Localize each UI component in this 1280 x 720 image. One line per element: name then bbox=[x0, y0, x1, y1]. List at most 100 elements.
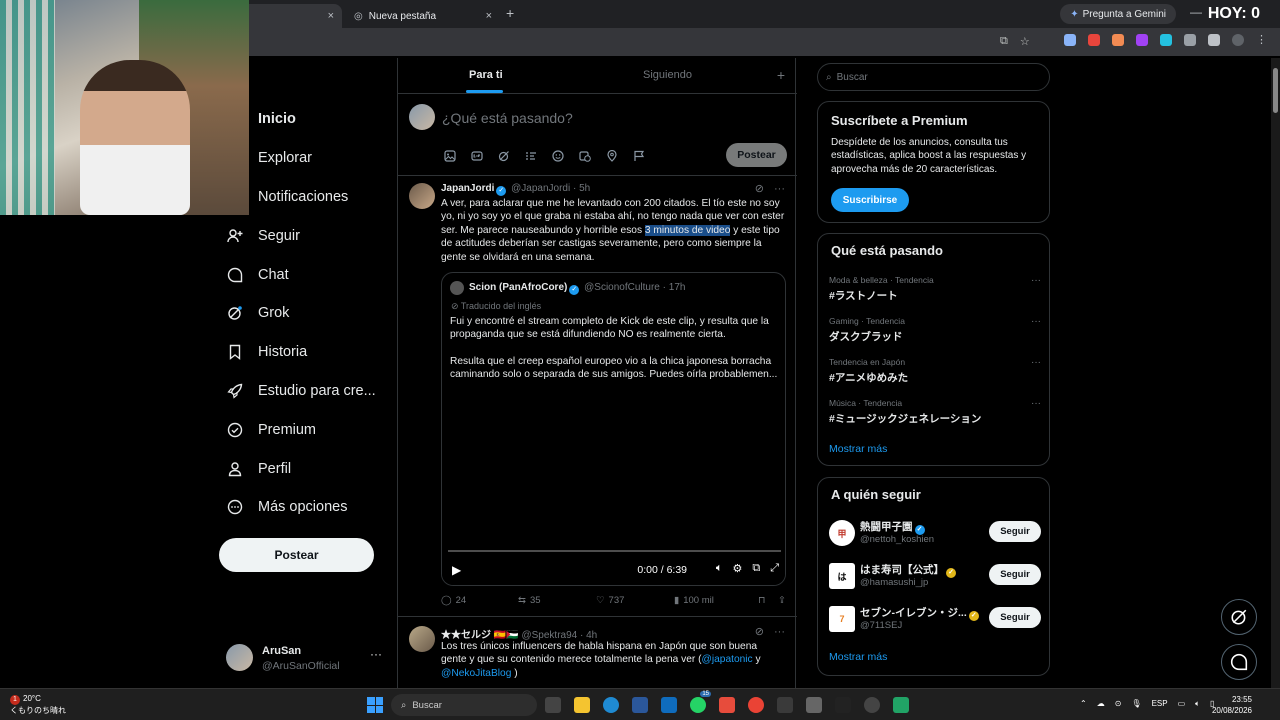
nav-item-estudio[interactable]: Estudio para cre... bbox=[222, 372, 392, 411]
composer-post-button[interactable]: Postear bbox=[726, 143, 787, 167]
flag-icon[interactable] bbox=[631, 148, 646, 163]
speaker-icon[interactable]: 🔈︎ bbox=[1195, 699, 1200, 709]
close-tab-icon[interactable]: × bbox=[486, 10, 492, 22]
tweet[interactable]: ★★セルジ 🇪🇸🇵🇸 @Spektra94 · 4h ⊘ ··· Los tres… bbox=[398, 618, 797, 688]
whatsapp-icon[interactable]: 15 bbox=[690, 691, 711, 713]
nav-item-mas-opciones[interactable]: Más opciones bbox=[222, 488, 392, 527]
scrollbar-thumb[interactable] bbox=[1273, 68, 1278, 113]
volume-icon[interactable]: 🔈︎ bbox=[716, 562, 723, 575]
mention-link[interactable]: @japatonic bbox=[702, 654, 753, 665]
tab-para-ti[interactable]: Para ti bbox=[469, 69, 503, 81]
taskbar-search[interactable]: ⌕ Buscar bbox=[391, 694, 537, 716]
extension-icon[interactable] bbox=[1136, 34, 1148, 46]
settings-icon[interactable]: ⚙︎ bbox=[732, 562, 742, 575]
quoted-tweet[interactable]: Scion (PanAfroCore) ✓ @ScionofCulture · 1… bbox=[441, 272, 786, 586]
puzzle-icon[interactable] bbox=[1208, 34, 1220, 46]
poll-icon[interactable] bbox=[523, 148, 538, 163]
language-indicator[interactable]: ESP bbox=[1152, 699, 1168, 709]
page-scrollbar[interactable] bbox=[1271, 58, 1280, 688]
fullscreen-icon[interactable]: ⤢ bbox=[770, 562, 779, 575]
grok-icon[interactable]: ⊘ bbox=[755, 626, 764, 638]
video-progress-bar[interactable] bbox=[448, 550, 781, 552]
more-dots-icon[interactable]: ··· bbox=[774, 626, 785, 638]
star-icon[interactable]: ☆ bbox=[1020, 35, 1030, 48]
extension-icon[interactable] bbox=[1184, 34, 1196, 46]
extension-icon[interactable] bbox=[1160, 34, 1172, 46]
tweet-menu-button[interactable]: ⊘ ··· bbox=[755, 625, 785, 638]
close-tab-icon[interactable]: × bbox=[328, 10, 334, 22]
browser-tab-new[interactable]: ◎ Nueva pestaña × bbox=[344, 4, 500, 28]
search-input[interactable]: ⌕ Buscar bbox=[817, 63, 1050, 91]
repost-button[interactable]: ⇆ 35 bbox=[518, 595, 596, 606]
app-icon[interactable] bbox=[893, 697, 909, 713]
avatar[interactable] bbox=[409, 183, 435, 209]
play-icon[interactable]: ▶ bbox=[452, 563, 461, 577]
new-tab-button[interactable]: + bbox=[506, 5, 514, 21]
follow-suggestion[interactable]: 7 セブン-イレブン・ジ... ✓ @711SEJ Seguir bbox=[829, 604, 1041, 634]
chrome-icon[interactable] bbox=[748, 697, 764, 713]
photos-icon[interactable] bbox=[719, 697, 735, 713]
nav-item-seguir[interactable]: Seguir bbox=[222, 216, 392, 255]
profile-icon[interactable] bbox=[1232, 34, 1244, 46]
network-icon[interactable]: ⊙ bbox=[1115, 699, 1122, 709]
share-icon[interactable]: ⇪ bbox=[778, 595, 786, 606]
tweet-time[interactable]: · 5h bbox=[573, 183, 590, 194]
follow-suggestion[interactable]: は はま寿司【公式】 ✓ @hamasushi_jp Seguir bbox=[829, 561, 1041, 591]
nav-item-chat[interactable]: Chat bbox=[222, 255, 392, 294]
subscribe-button[interactable]: Suscribirse bbox=[831, 188, 909, 212]
minimize-button[interactable]: — bbox=[1190, 5, 1202, 19]
nav-item-grok[interactable]: Grok bbox=[222, 294, 392, 333]
trend-item[interactable]: Tendencia en Japón #アニメゆめみた ··· bbox=[829, 357, 1041, 385]
nav-item-historia[interactable]: Historia bbox=[222, 333, 392, 372]
follow-button[interactable]: Seguir bbox=[989, 607, 1041, 628]
nav-item-premium[interactable]: Premium bbox=[222, 410, 392, 449]
nav-item-perfil[interactable]: Perfil bbox=[222, 449, 392, 488]
avatar[interactable] bbox=[409, 626, 435, 652]
weather-widget[interactable]: 1 20°C くもりのち晴れ bbox=[10, 693, 66, 716]
more-dots-icon[interactable]: ··· bbox=[370, 647, 382, 661]
edge-icon[interactable] bbox=[603, 697, 619, 713]
chat-fab-button[interactable] bbox=[1221, 644, 1257, 680]
kebab-menu-icon[interactable]: ⋮ bbox=[1256, 34, 1268, 46]
views-button[interactable]: ▮ 100 mil bbox=[674, 595, 758, 606]
install-icon[interactable]: ⧉ bbox=[1000, 35, 1008, 48]
follow-button[interactable]: Seguir bbox=[989, 521, 1041, 542]
tweet-author-name[interactable]: JapanJordi bbox=[441, 183, 494, 194]
trend-item[interactable]: Música · Tendencia #ミュージックジェネレーション ··· bbox=[829, 398, 1041, 426]
follow-suggestion[interactable]: 甲 熱闘甲子園 ✓ @nettoh_koshien Seguir bbox=[829, 518, 1041, 548]
cloud-icon[interactable]: ☁ bbox=[1097, 699, 1105, 709]
emoji-icon[interactable] bbox=[550, 148, 565, 163]
schedule-icon[interactable] bbox=[577, 148, 592, 163]
pip-icon[interactable]: ⧉ bbox=[752, 562, 760, 575]
follow-button[interactable]: Seguir bbox=[989, 564, 1041, 585]
gif-icon[interactable] bbox=[469, 148, 484, 163]
extension-icon[interactable] bbox=[1088, 34, 1100, 46]
extension-icon[interactable] bbox=[1112, 34, 1124, 46]
more-dots-icon[interactable]: ··· bbox=[774, 183, 785, 195]
compose-input[interactable]: ¿Qué está pasando? bbox=[442, 110, 573, 126]
file-explorer-icon[interactable] bbox=[574, 697, 590, 713]
add-tab-icon[interactable]: + bbox=[777, 67, 785, 83]
app-icon[interactable] bbox=[806, 697, 822, 713]
more-dots-icon[interactable]: ··· bbox=[1031, 398, 1041, 409]
show-more-link[interactable]: Mostrar más bbox=[829, 651, 887, 663]
outlook-icon[interactable] bbox=[661, 697, 677, 713]
tweet[interactable]: JapanJordi ✓ @JapanJordi · 5h ⊘ ··· A ver,… bbox=[398, 177, 797, 617]
post-button[interactable]: Postear bbox=[219, 538, 374, 572]
task-view-icon[interactable] bbox=[545, 697, 561, 713]
gemini-button[interactable]: ✦ Pregunta a Gemini bbox=[1060, 4, 1176, 24]
bookmark-icon[interactable]: ⊓ bbox=[758, 595, 778, 606]
show-more-link[interactable]: Mostrar más bbox=[829, 443, 887, 455]
extension-icon[interactable] bbox=[1064, 34, 1076, 46]
reply-button[interactable]: ◯ 24 bbox=[441, 595, 518, 606]
video-player[interactable]: ▶ 0:00 / 6:39 🔈︎ ⚙︎ ⧉ ⤢ bbox=[442, 391, 785, 585]
grok-icon[interactable] bbox=[496, 148, 511, 163]
nav-item-inicio[interactable]: ⌂Inicio bbox=[222, 100, 392, 139]
tweet-menu-button[interactable]: ⊘ ··· bbox=[755, 182, 785, 195]
more-dots-icon[interactable]: ··· bbox=[1031, 316, 1041, 327]
notes-icon[interactable] bbox=[777, 697, 793, 713]
more-dots-icon[interactable]: ··· bbox=[1031, 357, 1041, 368]
location-icon[interactable] bbox=[604, 148, 619, 163]
tweet-handle[interactable]: @JapanJordi bbox=[511, 183, 570, 194]
nav-item-notificaciones[interactable]: ♪Notificaciones bbox=[222, 178, 392, 217]
